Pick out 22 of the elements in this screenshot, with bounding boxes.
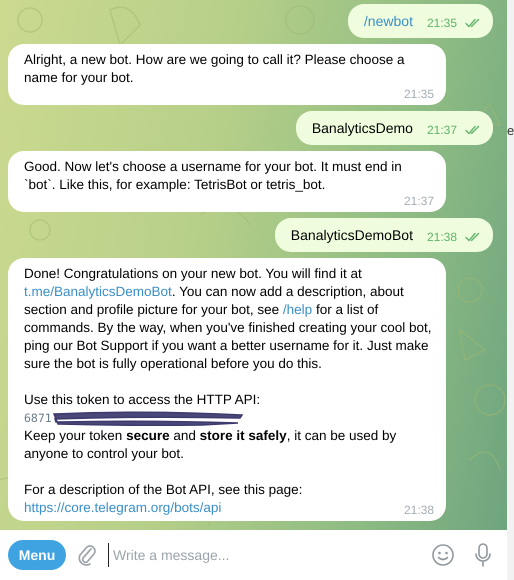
message-text: Good. Now let's choose a username for your bot. It must end in `bot`. Like this, for example: TetrisBot or tetris_bot. — [24, 158, 403, 194]
message-text: Use this token to access the HTTP API: — [24, 391, 262, 409]
message-time: 21:35 — [426, 16, 457, 30]
message-time: 21:38 — [404, 503, 434, 517]
message-time: 21:37 — [426, 123, 457, 137]
link[interactable]: /help — [282, 302, 312, 317]
message-input-field[interactable]: Write a message... — [108, 543, 421, 567]
message-time: 21:38 — [426, 230, 457, 244]
message-text: BanalyticsDemo — [312, 119, 413, 137]
message-text: For a description of the Bot API, see this page: — [24, 481, 304, 499]
message-text: Alright, a new bot. How are we going to call it? Please choose a name for your bot. — [24, 51, 406, 87]
message-time: 21:35 — [404, 87, 434, 101]
command-link[interactable]: /newbot — [364, 12, 413, 30]
link[interactable]: https://core.telegram.org/bots/api — [24, 500, 222, 515]
message-text: Done! Congratulations on your new bot. You will find it at t.me/BanalyticsDemoBot. You can now add a description, about section and profile picture for your bot, see /help for a list of commands. By the way, when you've finished creating your cool bot, ping our Bot Support if you want a better username for it. Just make sure the bot is fully operational before you do this. — [24, 265, 433, 373]
message-text: BanalyticsDemoBot — [290, 226, 413, 244]
message-text: Keep your token secure and store it safely, it can be used by anyone to control your bot. — [24, 427, 398, 463]
token-text: 6871 — [24, 410, 52, 427]
menu-button[interactable]: Menu — [8, 540, 66, 570]
side-panel-text: e — [507, 123, 514, 138]
link[interactable]: t.me/BanalyticsDemoBot — [24, 284, 172, 299]
message-time: 21:37 — [404, 194, 434, 208]
